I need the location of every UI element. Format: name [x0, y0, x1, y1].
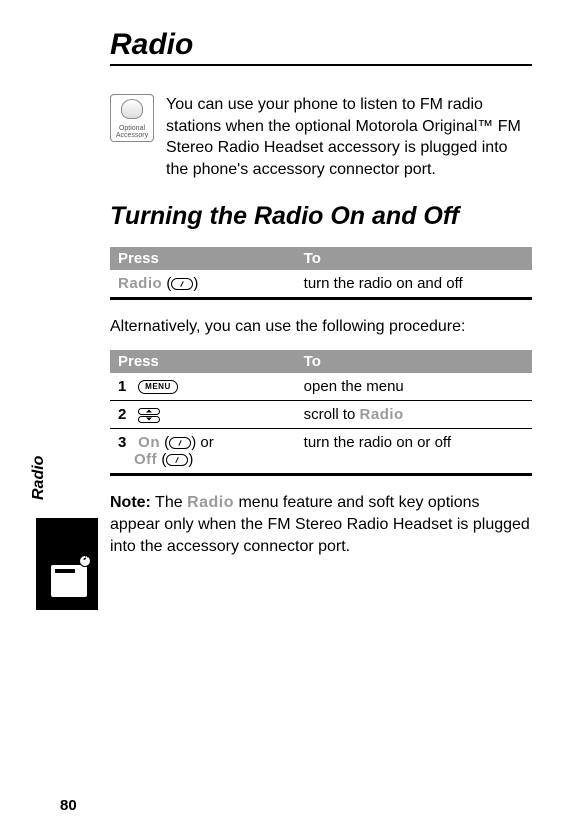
cell-press: 3 On () or Off (): [110, 429, 296, 475]
cell-to: open the menu: [296, 373, 532, 401]
table-procedure: Press To 1 MENU open the menu 2 scroll t…: [110, 350, 532, 476]
cell-press: 2: [110, 401, 296, 429]
table-header: Press To: [110, 247, 532, 270]
cell-press: 1 MENU: [110, 373, 296, 401]
menu-label: Radio: [360, 406, 404, 423]
soft-key-icon: [169, 437, 191, 449]
step-number: 3: [118, 434, 134, 451]
table-row: 2 scroll to Radio: [110, 401, 532, 429]
step-number: 1: [118, 378, 134, 395]
col-to: To: [296, 350, 532, 373]
alt-procedure-text: Alternatively, you can use the following…: [110, 318, 532, 336]
col-to: To: [296, 247, 532, 270]
section-title: Turning the Radio On and Off: [110, 202, 532, 231]
optional-accessory-icon: Optional Accessory: [110, 94, 154, 142]
scroll-key-icon: [138, 408, 160, 423]
page-body: Radio Optional Accessory You can use you…: [0, 0, 582, 840]
table-header: Press To: [110, 350, 532, 373]
page-number: 80: [60, 797, 77, 814]
soft-key-icon: [171, 278, 193, 290]
cell-press: Radio (): [110, 270, 296, 299]
page-title: Radio: [110, 28, 532, 66]
step-number: 2: [118, 406, 134, 423]
table-row: 1 MENU open the menu: [110, 373, 532, 401]
note-text: Note: The Radio menu feature and soft ke…: [110, 492, 532, 557]
intro-text: You can use your phone to listen to FM r…: [166, 94, 532, 180]
col-press: Press: [110, 247, 296, 270]
off-label: Off: [134, 451, 157, 468]
menu-label: Radio: [187, 494, 234, 511]
cell-to: turn the radio on or off: [296, 429, 532, 475]
note-label: Note:: [110, 494, 151, 511]
cell-to: turn the radio on and off: [296, 270, 532, 299]
intro-row: Optional Accessory You can use your phon…: [110, 94, 532, 180]
table-row: 3 On () or Off () turn the radio on or o…: [110, 429, 532, 475]
table-quick: Press To Radio () turn the radio on and …: [110, 247, 532, 300]
cell-to: scroll to Radio: [296, 401, 532, 429]
col-press: Press: [110, 350, 296, 373]
soft-key-icon: [166, 454, 188, 466]
menu-button-icon: MENU: [138, 380, 178, 394]
on-label: On: [138, 434, 160, 451]
table-row: Radio () turn the radio on and off: [110, 270, 532, 299]
soft-key-label: Radio: [118, 275, 162, 292]
